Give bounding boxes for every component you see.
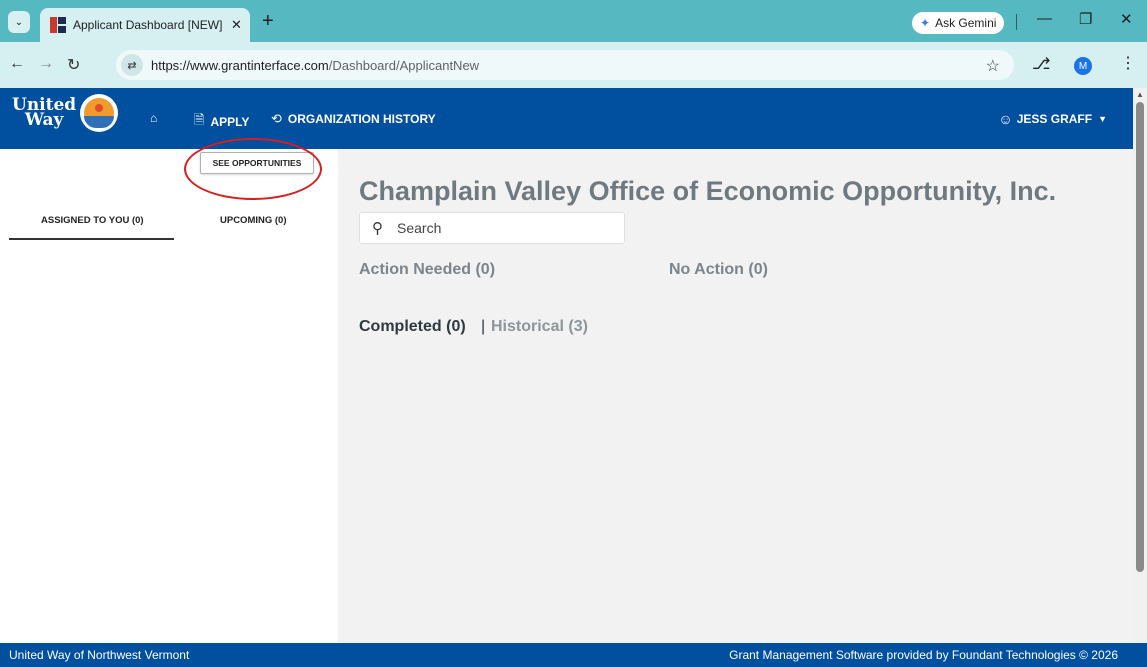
footer-org-name: United Way of Northwest Vermont bbox=[9, 648, 190, 662]
gemini-sparkle-icon: ✦ bbox=[920, 16, 931, 30]
site-header: United Way bbox=[0, 88, 1133, 149]
ask-gemini-label: Ask Gemini bbox=[935, 16, 997, 30]
annotation-circle bbox=[184, 138, 322, 200]
home-icon[interactable]: ⌂ bbox=[150, 111, 157, 125]
nav-apply[interactable]: 🗎 APPLY bbox=[194, 111, 249, 133]
history-icon: ⟲ bbox=[271, 111, 282, 126]
nav-apply-label: APPLY bbox=[210, 115, 250, 129]
toolbar-divider bbox=[1016, 14, 1017, 30]
tab-assigned-to-you[interactable]: ASSIGNED TO YOU (0) bbox=[41, 215, 144, 226]
tab-search-button[interactable]: ⌄ bbox=[8, 11, 30, 33]
chevron-down-icon: ⌄ bbox=[14, 16, 24, 28]
document-icon: 🗎 bbox=[194, 112, 205, 127]
search-icon: ⚲ bbox=[372, 220, 383, 237]
tab-upcoming[interactable]: UPCOMING (0) bbox=[220, 215, 287, 226]
caret-down-icon: ▼ bbox=[1098, 114, 1107, 124]
search-field[interactable]: ⚲ bbox=[359, 212, 625, 244]
no-action-tab[interactable]: No Action (0) bbox=[669, 261, 768, 279]
scrollbar-thumb[interactable] bbox=[1136, 102, 1144, 572]
restore-icon[interactable]: ❐ bbox=[1079, 10, 1092, 28]
action-needed-tab[interactable]: Action Needed (0) bbox=[359, 261, 495, 279]
search-input[interactable] bbox=[397, 220, 597, 236]
url-omnibox[interactable]: ⇄ https://www.grantinterface.com/Dashboa… bbox=[116, 50, 1014, 80]
close-tab-icon[interactable]: ✕ bbox=[231, 17, 242, 33]
users-icon: ☺ bbox=[998, 111, 1013, 127]
browser-tab-active[interactable]: Applicant Dashboard [NEW] - G ✕ bbox=[40, 8, 250, 42]
forward-arrow-icon[interactable]: → bbox=[38, 55, 54, 73]
united-way-logo[interactable]: United Way bbox=[12, 94, 119, 132]
browser-address-bar: ← → ↻ ⇄ https://www.grantinterface.com/D… bbox=[0, 42, 1147, 88]
active-tab-indicator bbox=[9, 238, 174, 240]
nav-org-history-label: ORGANIZATION HISTORY bbox=[287, 112, 436, 126]
page-title: Champlain Valley Office of Economic Oppo… bbox=[359, 176, 1057, 206]
completed-tab[interactable]: Completed (0) bbox=[359, 318, 466, 336]
ask-gemini-button[interactable]: ✦ Ask Gemini bbox=[912, 12, 1005, 34]
bookmark-star-icon[interactable]: ☆ bbox=[986, 56, 1000, 76]
reload-icon[interactable]: ↻ bbox=[67, 55, 80, 75]
historical-tab[interactable]: Historical (3) bbox=[491, 318, 588, 336]
nav-organization-history[interactable]: ⟲ ORGANIZATION HISTORY bbox=[271, 111, 436, 127]
user-menu[interactable]: ☺ JESS GRAFF ▼ bbox=[998, 111, 1107, 127]
logo-emblem-icon bbox=[80, 94, 119, 132]
site-favicon-icon bbox=[50, 17, 66, 33]
page-scrollbar[interactable]: ▲ bbox=[1133, 88, 1147, 643]
tab-separator: | bbox=[481, 318, 486, 335]
user-name: JESS GRAFF bbox=[1016, 112, 1093, 126]
browser-menu-icon[interactable]: ⋮ bbox=[1120, 53, 1136, 73]
close-window-icon[interactable]: ✕ bbox=[1120, 10, 1133, 28]
footer-credits: Grant Management Software provided by Fo… bbox=[729, 648, 1118, 662]
profile-avatar[interactable]: M bbox=[1074, 57, 1092, 75]
extensions-puzzle-icon[interactable]: ⎇ bbox=[1032, 54, 1050, 74]
browser-tab-bar: ⌄ Applicant Dashboard [NEW] - G ✕ + ✦ As… bbox=[0, 0, 1147, 42]
new-tab-button[interactable]: + bbox=[262, 11, 274, 31]
logo-wordmark: United Way bbox=[12, 95, 77, 130]
back-arrow-icon[interactable]: ← bbox=[9, 55, 25, 73]
minimize-icon[interactable]: — bbox=[1037, 10, 1052, 27]
site-info-icon[interactable]: ⇄ bbox=[121, 54, 143, 76]
tab-title: Applicant Dashboard [NEW] - G bbox=[73, 18, 223, 32]
url-text: https://www.grantinterface.com/Dashboard… bbox=[151, 57, 480, 73]
scroll-up-icon[interactable]: ▲ bbox=[1136, 90, 1144, 99]
